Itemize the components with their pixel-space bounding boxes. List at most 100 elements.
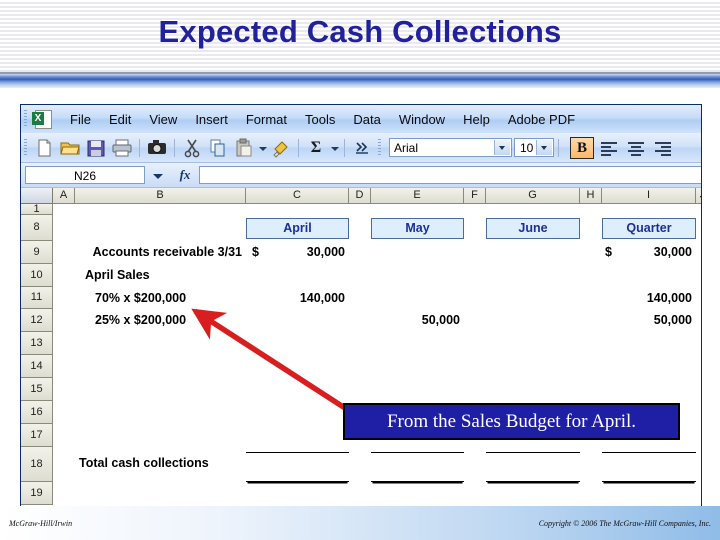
cell-a12[interactable] <box>53 309 75 332</box>
cell-g18-june-total[interactable] <box>486 452 580 482</box>
bold-button[interactable]: B <box>570 136 594 159</box>
cell-a9[interactable] <box>53 241 75 264</box>
cell-h1[interactable] <box>580 204 602 215</box>
save-icon[interactable] <box>84 137 108 159</box>
format-painter-icon[interactable] <box>269 137 293 159</box>
cell-c15[interactable] <box>246 378 349 401</box>
cell-i12-quarter-value[interactable]: 50,000 <box>602 309 696 332</box>
cell-c1[interactable] <box>246 204 349 215</box>
cell-b19[interactable] <box>75 482 246 505</box>
cell-i15[interactable] <box>602 378 696 401</box>
cell-c13[interactable] <box>246 332 349 355</box>
cell-b14[interactable] <box>75 355 246 378</box>
align-center-icon[interactable] <box>624 138 648 158</box>
cell-h10[interactable] <box>580 264 602 287</box>
font-size-dropdown-icon[interactable] <box>536 140 552 155</box>
cell-h12[interactable] <box>580 309 602 332</box>
row-header-19[interactable]: 19 <box>21 482 53 505</box>
cell-a17[interactable] <box>53 424 75 447</box>
cell-a16[interactable] <box>53 401 75 424</box>
cell-e1[interactable] <box>371 204 464 215</box>
cell-a11[interactable] <box>53 287 75 309</box>
cell-e13[interactable] <box>371 332 464 355</box>
align-right-icon[interactable] <box>651 138 675 158</box>
menu-item-file[interactable]: File <box>61 110 100 129</box>
cell-e18-may-total[interactable] <box>371 452 464 482</box>
menu-item-tools[interactable]: Tools <box>296 110 344 129</box>
cell-d14[interactable] <box>349 355 371 378</box>
menu-item-format[interactable]: Format <box>237 110 296 129</box>
cell-g13[interactable] <box>486 332 580 355</box>
column-header-j[interactable]: J <box>696 188 701 204</box>
cell-c9-april-value[interactable]: $ 30,000 <box>246 241 349 264</box>
cell-h14[interactable] <box>580 355 602 378</box>
row-header-17[interactable]: 17 <box>21 424 53 447</box>
column-header-d[interactable]: D <box>349 188 371 204</box>
cell-b11-label[interactable]: 70% x $200,000 <box>75 287 246 309</box>
cell-c12[interactable] <box>246 309 349 332</box>
cell-i18-quarter-total[interactable] <box>602 452 696 482</box>
column-header-i[interactable]: I <box>602 188 696 204</box>
cell-g14[interactable] <box>486 355 580 378</box>
cell-d12[interactable] <box>349 309 371 332</box>
align-left-icon[interactable] <box>597 138 621 158</box>
paste-icon[interactable] <box>232 137 256 159</box>
column-header-c[interactable]: C <box>246 188 349 204</box>
cell-c18-april-total[interactable] <box>246 452 349 482</box>
cell-b9-label[interactable]: Accounts receivable 3/31 <box>75 241 246 264</box>
row-header-8[interactable]: 8 <box>21 215 53 241</box>
cell-c14[interactable] <box>246 355 349 378</box>
toolbar-overflow-icon[interactable] <box>350 137 374 159</box>
cell-f12[interactable] <box>464 309 486 332</box>
cell-e19[interactable] <box>371 482 464 505</box>
new-document-icon[interactable] <box>32 137 56 159</box>
toolbar-grip[interactable] <box>24 138 27 157</box>
font-name-dropdown-icon[interactable] <box>494 140 510 155</box>
cell-e9-may-value[interactable] <box>371 241 464 264</box>
menu-item-help[interactable]: Help <box>454 110 499 129</box>
cell-h9[interactable] <box>580 241 602 264</box>
row-header-9[interactable]: 9 <box>21 241 53 264</box>
formatting-toolbar-grip[interactable] <box>378 138 381 157</box>
cell-i9-quarter-value[interactable]: $ 30,000 <box>602 241 696 264</box>
cell-a19[interactable] <box>53 482 75 505</box>
cell-e11[interactable] <box>371 287 464 309</box>
cell-b17[interactable] <box>75 424 246 447</box>
menu-item-window[interactable]: Window <box>390 110 454 129</box>
cell-e10[interactable] <box>371 264 464 287</box>
cell-f14[interactable] <box>464 355 486 378</box>
cell-g12[interactable] <box>486 309 580 332</box>
cell-d19[interactable] <box>349 482 371 505</box>
font-size-combo[interactable]: 10 <box>514 138 554 157</box>
column-header-a[interactable]: A <box>53 188 75 204</box>
cell-i10[interactable] <box>602 264 696 287</box>
cell-g15[interactable] <box>486 378 580 401</box>
row-header-13[interactable]: 13 <box>21 332 53 355</box>
cell-d15[interactable] <box>349 378 371 401</box>
cell-c10[interactable] <box>246 264 349 287</box>
column-header-g[interactable]: G <box>486 188 580 204</box>
menu-item-edit[interactable]: Edit <box>100 110 140 129</box>
cell-b13[interactable] <box>75 332 246 355</box>
cell-b16[interactable] <box>75 401 246 424</box>
column-header-e[interactable]: E <box>371 188 464 204</box>
cell-e12-may-value[interactable]: 50,000 <box>371 309 464 332</box>
column-header-b[interactable]: B <box>75 188 246 204</box>
cell-b15[interactable] <box>75 378 246 401</box>
cell-d11[interactable] <box>349 287 371 309</box>
cell-a15[interactable] <box>53 378 75 401</box>
cell-a14[interactable] <box>53 355 75 378</box>
cell-h18[interactable] <box>580 447 602 482</box>
cell-d13[interactable] <box>349 332 371 355</box>
row-header-10[interactable]: 10 <box>21 264 53 287</box>
header-cell-april[interactable]: April <box>246 217 349 239</box>
open-folder-icon[interactable] <box>58 137 82 159</box>
cell-b10-label[interactable]: April Sales <box>75 264 246 287</box>
cell-b1[interactable] <box>75 204 246 215</box>
cell-a13[interactable] <box>53 332 75 355</box>
cell-h19[interactable] <box>580 482 602 505</box>
row-header-1[interactable]: 1 <box>21 204 53 215</box>
cell-g9-june-value[interactable] <box>486 241 580 264</box>
cell-f19[interactable] <box>464 482 486 505</box>
column-header-h[interactable]: H <box>580 188 602 204</box>
